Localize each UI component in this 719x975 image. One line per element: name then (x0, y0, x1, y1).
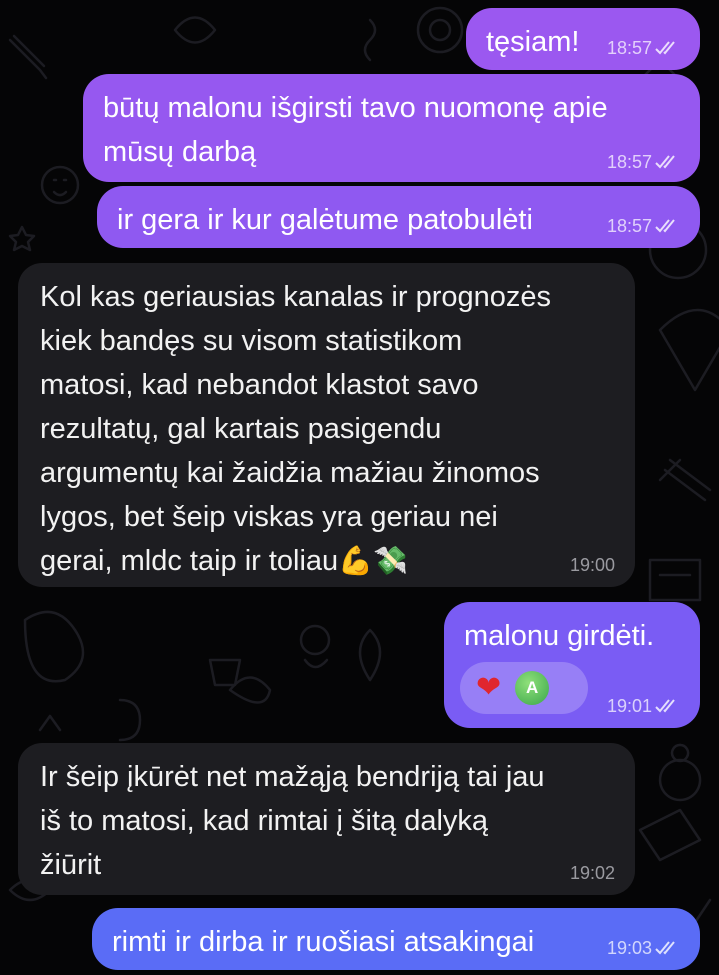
message-time: 19:03 (606, 938, 652, 958)
heart-reaction-icon: ❤ (476, 671, 502, 704)
outgoing-message-3[interactable]: ir gera ir kur galėtume patobulėti 18:57 (97, 186, 700, 248)
double-check-icon (655, 41, 675, 55)
double-check-icon (655, 155, 675, 169)
reaction-pill[interactable]: ❤ A (460, 662, 588, 714)
message-time: 19:00 (569, 555, 615, 575)
message-time: 19:02 (569, 863, 615, 883)
message-text: malonu girdėti. (464, 620, 655, 652)
emoji-group: 💪💸 (338, 545, 408, 576)
message-meta: 19:00 (570, 555, 615, 575)
message-text: Ir šeip įkūrėt net mažąją bendriją tai j… (40, 761, 545, 881)
outgoing-message-4[interactable]: malonu girdėti. ❤ A 19:01 (444, 602, 700, 728)
message-meta: 19:02 (570, 863, 615, 883)
message-time: 19:01 (606, 696, 652, 716)
message-meta: 18:57 (607, 216, 682, 236)
message-time: 18:57 (606, 216, 652, 236)
incoming-message-1[interactable]: Kol kas geriausias kanalas ir prognozės … (18, 263, 635, 587)
message-meta: 18:57 (607, 38, 682, 58)
message-meta: 19:01 (607, 696, 682, 716)
incoming-message-2[interactable]: Ir šeip įkūrėt net mažąją bendriją tai j… (18, 743, 635, 895)
message-text: Kol kas geriausias kanalas ir prognozės … (40, 275, 635, 583)
double-check-icon (655, 941, 675, 955)
message-time: 18:57 (606, 152, 652, 172)
reactor-avatar: A (515, 671, 550, 705)
double-check-icon (655, 699, 675, 713)
message-meta: 19:03 (607, 938, 682, 958)
message-meta: 18:57 (607, 152, 682, 172)
message-text-body: Kol kas geriausias kanalas ir prognozės … (40, 281, 551, 577)
outgoing-message-5[interactable]: rimti ir dirba ir ruošiasi atsakingai 19… (92, 908, 700, 970)
message-time: 18:57 (606, 38, 652, 58)
outgoing-message-2[interactable]: būtų malonu išgirsti tavo nuomonę apie m… (83, 74, 700, 182)
double-check-icon (655, 219, 675, 233)
outgoing-message-1[interactable]: tęsiam! 18:57 (466, 8, 700, 70)
